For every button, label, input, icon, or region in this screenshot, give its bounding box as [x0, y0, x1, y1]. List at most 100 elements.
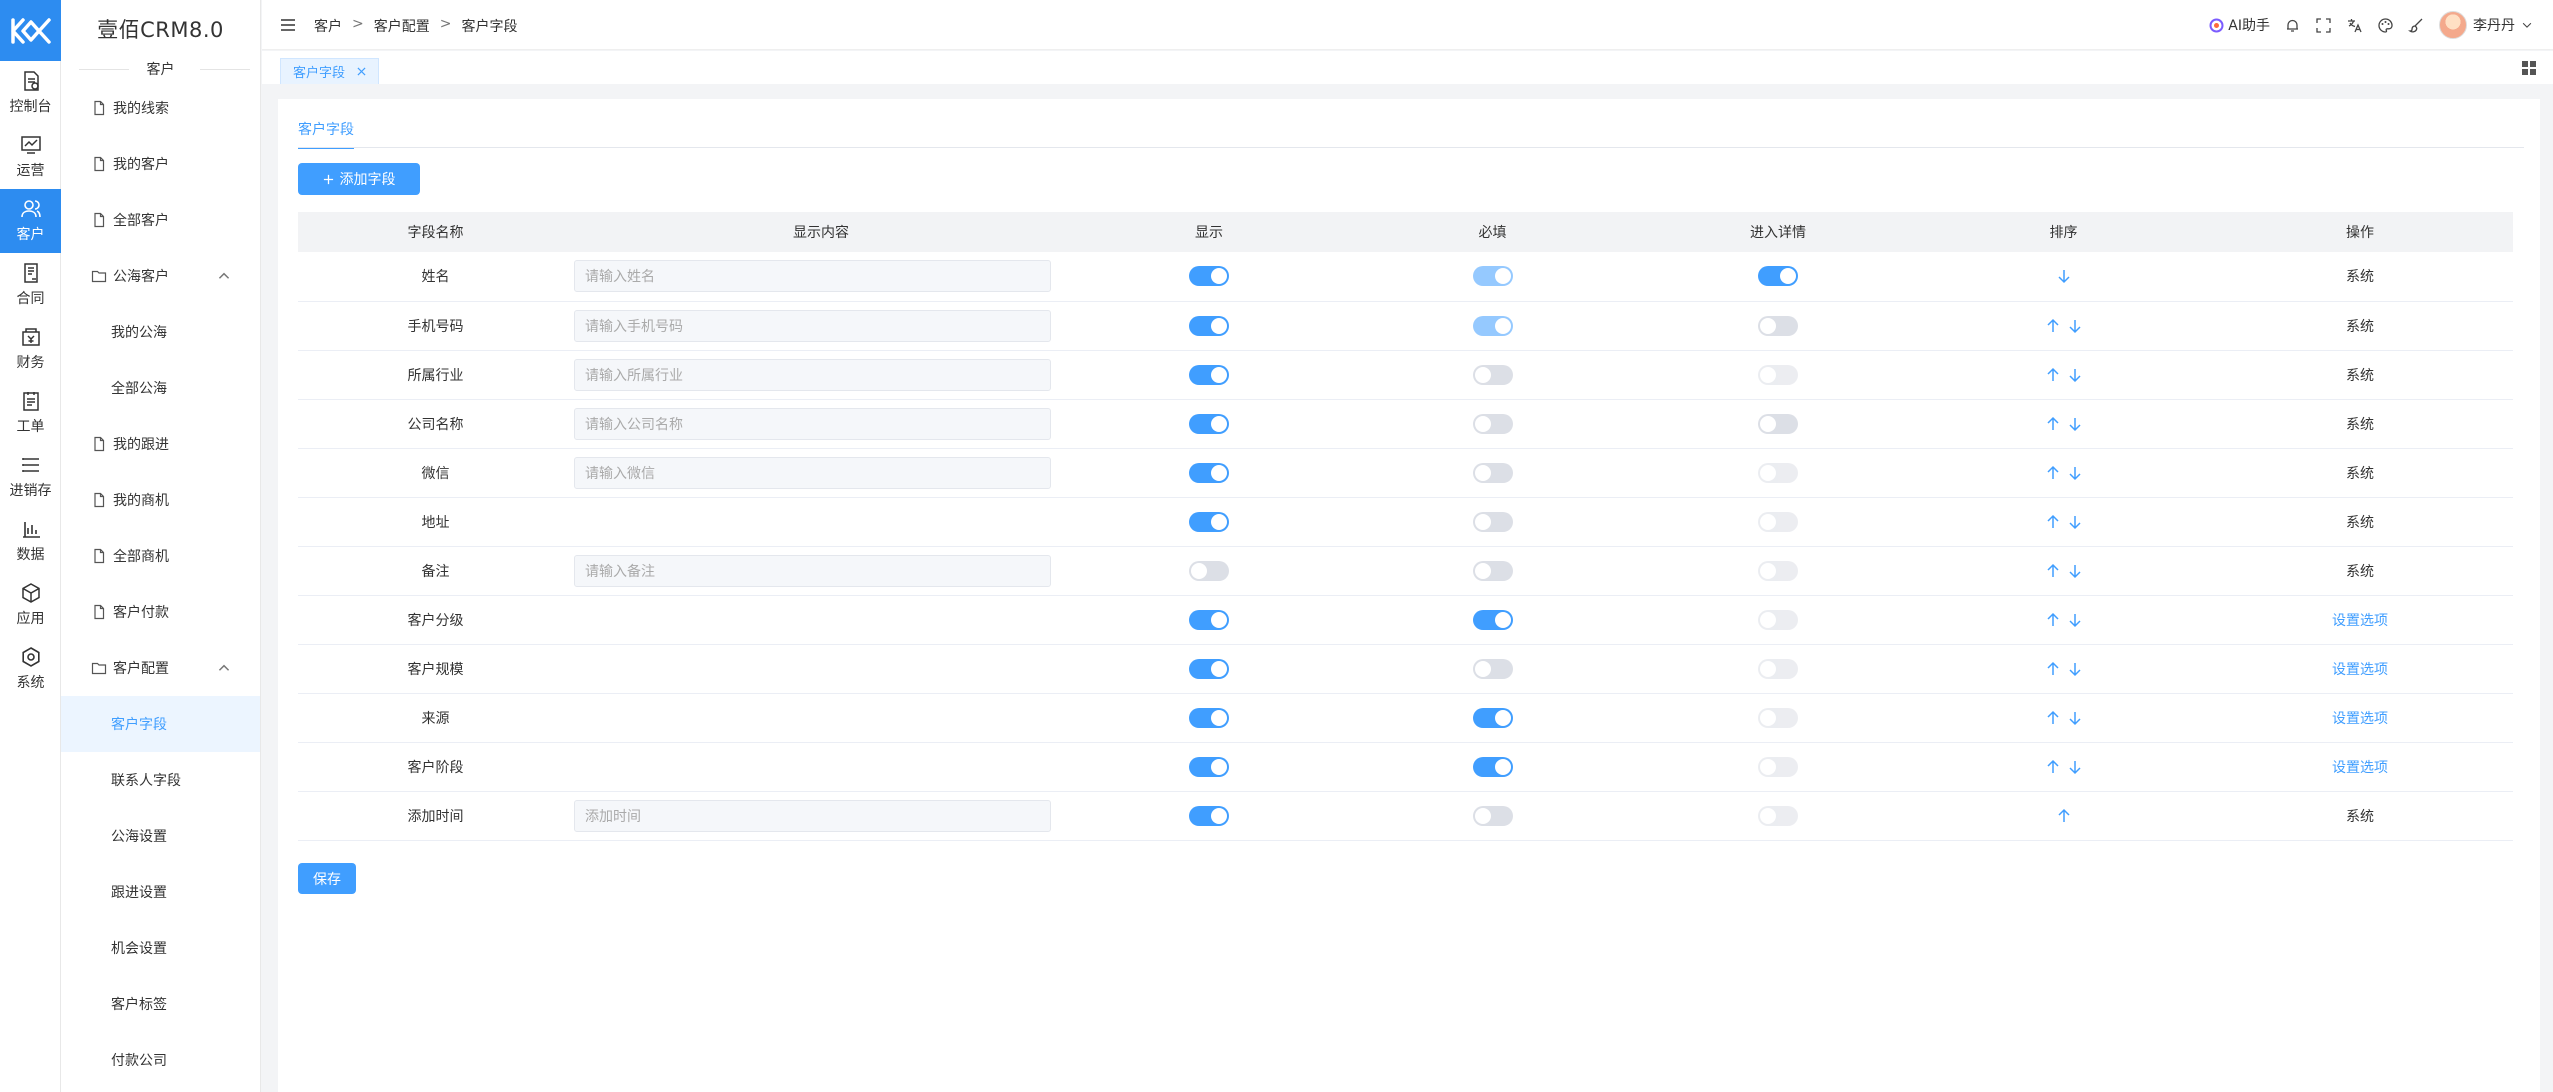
rail-item-dashboard[interactable]: 控制台	[0, 61, 61, 125]
breadcrumb-item[interactable]: 客户配置	[374, 16, 430, 36]
breadcrumb-item[interactable]: 客户	[314, 16, 342, 36]
required-toggle[interactable]	[1472, 756, 1513, 777]
menu-all-public[interactable]: 全部公海	[61, 360, 260, 416]
set-options-link[interactable]: 设置选项	[2332, 711, 2388, 727]
menu-opportunity-settings[interactable]: 机会设置	[61, 920, 260, 976]
menu-my-opps[interactable]: 我的商机	[61, 472, 260, 528]
required-toggle[interactable]	[1472, 462, 1513, 483]
detail-toggle[interactable]	[1758, 462, 1798, 483]
menu-all-opps[interactable]: 全部商机	[61, 528, 260, 584]
arrow-up-icon[interactable]	[2044, 611, 2062, 629]
brush-icon[interactable]	[2408, 17, 2425, 34]
show-toggle[interactable]	[1189, 315, 1229, 336]
arrow-down-icon[interactable]	[2066, 464, 2084, 482]
menu-all-customers[interactable]: 全部客户	[61, 192, 260, 248]
menu-customer-payment[interactable]: 客户付款	[61, 584, 260, 640]
menu-customer-tags[interactable]: 客户标签	[61, 976, 260, 1032]
arrow-up-icon[interactable]	[2055, 807, 2073, 825]
arrow-down-icon[interactable]	[2066, 611, 2084, 629]
rail-item-inventory[interactable]: 进销存	[0, 445, 61, 509]
translate-icon[interactable]	[2346, 17, 2363, 34]
rail-item-finance[interactable]: 财务	[0, 317, 61, 381]
display-content-input[interactable]: 请输入微信	[574, 456, 1051, 489]
required-toggle[interactable]	[1472, 609, 1513, 630]
detail-toggle[interactable]	[1758, 364, 1798, 385]
arrow-up-icon[interactable]	[2044, 366, 2062, 384]
arrow-down-icon[interactable]	[2066, 415, 2084, 433]
hamburger-menu-icon[interactable]	[280, 17, 296, 33]
arrow-down-icon[interactable]	[2066, 709, 2084, 727]
show-toggle[interactable]	[1189, 609, 1229, 630]
display-content-input[interactable]: 请输入备注	[574, 554, 1051, 587]
display-content-input[interactable]: 添加时间	[574, 799, 1051, 832]
rail-item-contract[interactable]: 合同	[0, 253, 61, 317]
menu-followup-settings[interactable]: 跟进设置	[61, 864, 260, 920]
save-button[interactable]: 保存	[298, 863, 356, 894]
required-toggle[interactable]	[1472, 560, 1513, 581]
required-toggle[interactable]	[1472, 805, 1513, 826]
detail-toggle[interactable]	[1758, 511, 1798, 532]
menu-customer-config[interactable]: 客户配置	[61, 640, 260, 696]
display-content-input[interactable]: 请输入手机号码	[574, 309, 1051, 342]
show-toggle[interactable]	[1189, 707, 1229, 728]
arrow-up-icon[interactable]	[2044, 317, 2062, 335]
arrow-up-icon[interactable]	[2044, 415, 2062, 433]
arrow-down-icon[interactable]	[2066, 366, 2084, 384]
show-toggle[interactable]	[1189, 805, 1229, 826]
arrow-up-icon[interactable]	[2044, 709, 2062, 727]
bell-icon[interactable]	[2284, 17, 2301, 34]
arrow-down-icon[interactable]	[2066, 758, 2084, 776]
arrow-down-icon[interactable]	[2066, 513, 2084, 531]
arrow-up-icon[interactable]	[2044, 513, 2062, 531]
required-toggle[interactable]	[1472, 315, 1513, 336]
arrow-down-icon[interactable]	[2055, 267, 2073, 285]
show-toggle[interactable]	[1189, 266, 1229, 287]
arrow-up-icon[interactable]	[2044, 660, 2062, 678]
show-toggle[interactable]	[1189, 413, 1229, 434]
menu-my-public[interactable]: 我的公海	[61, 304, 260, 360]
menu-customer-fields[interactable]: 客户字段	[61, 696, 260, 752]
menu-my-followup[interactable]: 我的跟进	[61, 416, 260, 472]
menu-my-customers[interactable]: 我的客户	[61, 136, 260, 192]
show-toggle[interactable]	[1189, 511, 1229, 532]
app-logo[interactable]	[0, 0, 61, 61]
set-options-link[interactable]: 设置选项	[2332, 760, 2388, 776]
detail-toggle[interactable]	[1758, 266, 1798, 287]
rail-item-system[interactable]: 系统	[0, 637, 61, 701]
display-content-input[interactable]: 请输入姓名	[574, 260, 1051, 293]
menu-public-sea[interactable]: 公海客户	[61, 248, 260, 304]
add-field-button[interactable]: 添加字段	[298, 163, 420, 195]
rail-item-data[interactable]: 数据	[0, 509, 61, 573]
arrow-down-icon[interactable]	[2066, 317, 2084, 335]
rail-item-ticket[interactable]: 工单	[0, 381, 61, 445]
arrow-up-icon[interactable]	[2044, 464, 2062, 482]
required-toggle[interactable]	[1472, 707, 1513, 728]
display-content-input[interactable]: 请输入所属行业	[574, 358, 1051, 391]
set-options-link[interactable]: 设置选项	[2332, 662, 2388, 678]
arrow-down-icon[interactable]	[2066, 562, 2084, 580]
fullscreen-icon[interactable]	[2315, 17, 2332, 34]
arrow-up-icon[interactable]	[2044, 758, 2062, 776]
detail-toggle[interactable]	[1758, 805, 1798, 826]
show-toggle[interactable]	[1189, 462, 1229, 483]
menu-contact-fields[interactable]: 联系人字段	[61, 752, 260, 808]
rail-item-customer[interactable]: 客户	[0, 189, 61, 253]
required-toggle[interactable]	[1472, 658, 1513, 679]
required-toggle[interactable]	[1472, 364, 1513, 385]
rail-item-apps[interactable]: 应用	[0, 573, 61, 637]
detail-toggle[interactable]	[1758, 609, 1798, 630]
inner-tab-customer-fields[interactable]: 客户字段	[298, 119, 354, 149]
arrow-down-icon[interactable]	[2066, 660, 2084, 678]
palette-icon[interactable]	[2377, 17, 2394, 34]
ai-assistant-button[interactable]: AI助手	[2208, 15, 2270, 35]
rail-item-operations[interactable]: 运营	[0, 125, 61, 189]
detail-toggle[interactable]	[1758, 315, 1798, 336]
required-toggle[interactable]	[1472, 511, 1513, 532]
detail-toggle[interactable]	[1758, 756, 1798, 777]
required-toggle[interactable]	[1472, 413, 1513, 434]
set-options-link[interactable]: 设置选项	[2332, 613, 2388, 629]
show-toggle[interactable]	[1189, 658, 1229, 679]
detail-toggle[interactable]	[1758, 658, 1798, 679]
user-menu[interactable]: 李丹丹	[2439, 11, 2533, 39]
detail-toggle[interactable]	[1758, 560, 1798, 581]
